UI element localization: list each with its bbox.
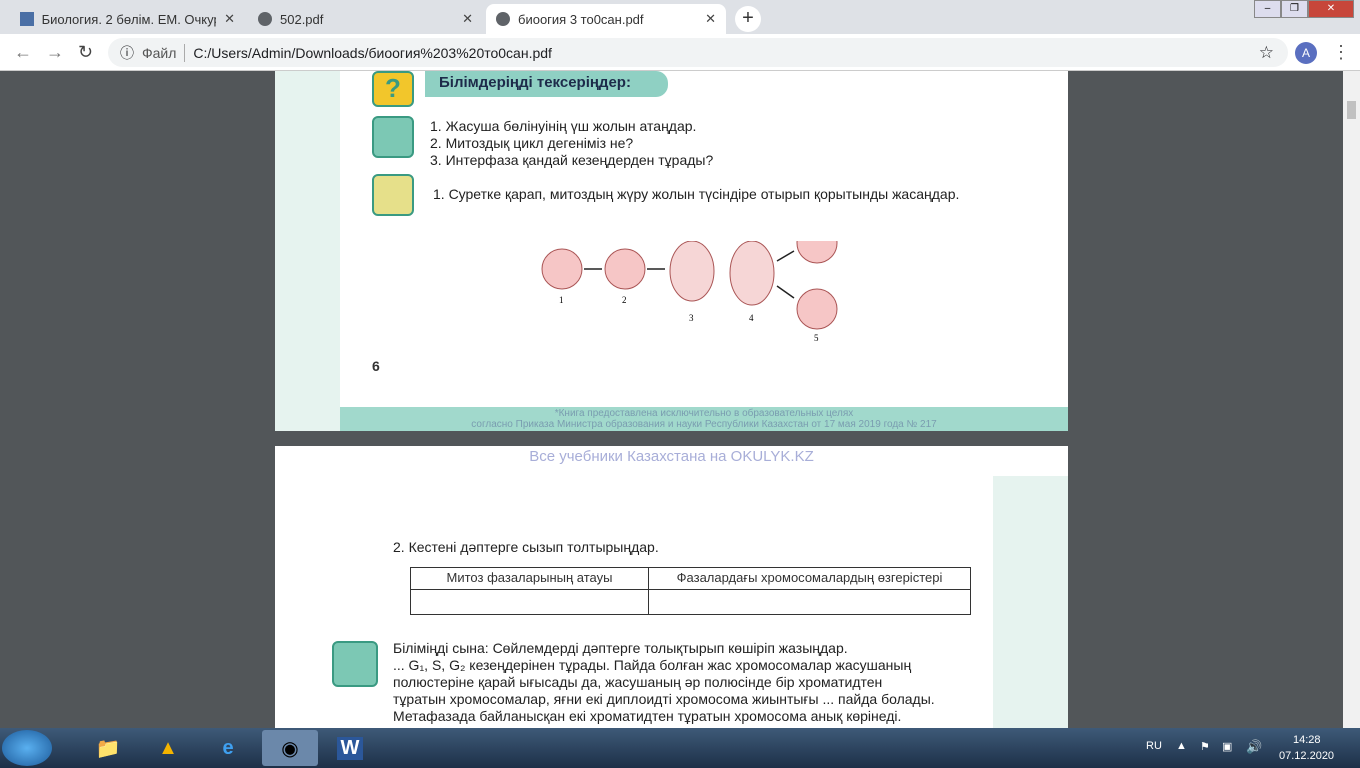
table-cell xyxy=(648,589,971,615)
reload-button[interactable]: ↻ xyxy=(78,42,93,63)
new-tab-button[interactable]: + xyxy=(735,6,761,32)
tab-active[interactable]: биоогия 3 то0сан.pdf ✕ xyxy=(486,4,726,34)
ie-icon[interactable]: e xyxy=(200,730,256,766)
window-close-button[interactable]: ✕ xyxy=(1308,0,1354,18)
question: 3. Интерфаза қандай кезеңдерден тұрады? xyxy=(430,152,714,168)
start-button[interactable] xyxy=(2,730,52,766)
close-icon[interactable]: ✕ xyxy=(705,11,716,27)
clock-time[interactable]: 14:28 xyxy=(1293,734,1321,746)
critique-title: Біліміңді сына: Сөйлемдерді дәптерге тол… xyxy=(393,640,848,656)
table-header: Митоз фазаларының атауы xyxy=(410,567,649,590)
info-icon[interactable]: ⓘ xyxy=(120,43,134,63)
maximize-button[interactable]: ❐ xyxy=(1281,0,1308,18)
pdf-page-7: Все учебники Казахстана на OKULYK.KZ 2. … xyxy=(275,446,1068,728)
address-bar[interactable]: ⓘ Файл C:/Users/Admin/Downloads/биоогия%… xyxy=(108,38,1288,67)
taskbar: 📁 ▲ e ◉ W RU ▲ ⚑ ▣ 🔊 14:28 07.12.2020 xyxy=(0,728,1360,768)
back-button[interactable]: ← xyxy=(14,42,32,63)
globe-icon xyxy=(258,12,272,26)
question: 2. Митоздық цикл дегеніміз не? xyxy=(430,135,634,151)
tray-expand-icon[interactable]: ▲ xyxy=(1176,740,1187,752)
critique-block: Біліміңді сына: Сөйлемдерді дәптерге тол… xyxy=(393,640,973,725)
star-icon[interactable]: ☆ xyxy=(1259,43,1274,63)
footer-line: согласно Приказа Министра образования и … xyxy=(471,419,937,430)
word-icon[interactable]: W xyxy=(322,730,378,766)
pdf-page-6: ? Білімдеріңді тексеріңдер: 1. Жасуша бө… xyxy=(275,71,1068,431)
cell-3 xyxy=(669,241,715,302)
text-line: Метафазада байланысқан екі хроматидтен т… xyxy=(393,708,902,724)
question-icon: ? xyxy=(372,71,414,107)
network-icon[interactable]: ▣ xyxy=(1222,740,1232,753)
question-list: 1. Жасуша бөлінуінің үш жолын атаңдар. 2… xyxy=(430,118,713,169)
figure-label: 5 xyxy=(814,333,819,343)
menu-icon[interactable]: ⋮ xyxy=(1332,42,1350,63)
section-banner: Білімдеріңді тексеріңдер: xyxy=(425,71,668,97)
chrome-icon[interactable]: ◉ xyxy=(262,730,318,766)
forward-button[interactable]: → xyxy=(46,42,64,63)
figure-label: 4 xyxy=(749,313,754,323)
page-decoration xyxy=(993,476,1068,728)
text-line: ... G₁, S, G₂ кезеңдерінен тұрады. Пайда… xyxy=(393,657,912,673)
watermark: Все учебники Казахстана на OKULYK.KZ xyxy=(529,448,814,465)
clock-date[interactable]: 07.12.2020 xyxy=(1279,750,1334,762)
figure-label: 1 xyxy=(559,295,564,305)
scrollbar[interactable] xyxy=(1343,71,1360,728)
table-cell xyxy=(410,589,649,615)
url-text[interactable]: C:/Users/Admin/Downloads/биоогия%203%20т… xyxy=(193,45,552,61)
mitosis-figure: 1 2 3 4 5 xyxy=(541,241,838,343)
book-icon xyxy=(20,12,34,26)
figure-label: 2 xyxy=(622,295,627,305)
globe-icon xyxy=(496,12,510,26)
divider xyxy=(184,43,186,62)
cell-5a xyxy=(796,241,838,264)
explorer-icon[interactable]: 📁 xyxy=(80,730,136,766)
tab-biology[interactable]: Биология. 2 бөлім. ЕМ. Очкур Е ✕ xyxy=(10,4,245,34)
flag-icon[interactable]: ⚑ xyxy=(1200,740,1210,753)
cell-4 xyxy=(729,241,775,306)
close-icon[interactable]: ✕ xyxy=(462,11,473,27)
page-footer: *Книга предоставлена исключительно в обр… xyxy=(340,407,1068,431)
question: 1. Жасуша бөлінуінің үш жолын атаңдар. xyxy=(430,118,697,134)
text-line: тұратын хромосомалар, яғни екі диплоидті… xyxy=(393,691,935,707)
minimize-button[interactable]: ‒ xyxy=(1254,0,1281,18)
task-text: 2. Кестені дәптерге сызып толтырыңдар. xyxy=(393,539,659,555)
volume-icon[interactable]: 🔊 xyxy=(1246,739,1262,755)
avatar[interactable]: A xyxy=(1295,42,1317,64)
text-line: полюстеріне қарай ығысады да, жасушаның … xyxy=(393,674,883,690)
table-header: Фазалардағы хромосомалардың өзгерістері xyxy=(648,567,971,590)
head-gears-icon xyxy=(332,641,378,687)
figure-label: 3 xyxy=(689,313,694,323)
tab-bar: Биология. 2 бөлім. ЕМ. Очкур Е ✕ 502.pdf ✕… xyxy=(0,0,1360,34)
cell-1 xyxy=(541,248,583,290)
scheme-label: Файл xyxy=(142,44,177,61)
cell-5b xyxy=(796,288,838,330)
app-icon[interactable]: ▲ xyxy=(140,730,196,766)
language-indicator[interactable]: RU xyxy=(1146,740,1162,752)
cell-2 xyxy=(604,248,646,290)
tab-title: биоогия 3 то0сан.pdf xyxy=(518,11,644,27)
magnifier-icon xyxy=(372,174,414,216)
footer-line: *Книга предоставлена исключительно в обр… xyxy=(554,408,854,419)
close-icon[interactable]: ✕ xyxy=(224,11,235,27)
scrollbar-thumb[interactable] xyxy=(1347,101,1356,119)
tab-title: 502.pdf xyxy=(280,11,324,27)
task-text: 1. Суретке қарап, митоздың жүру жолын тү… xyxy=(433,186,960,202)
tab-502[interactable]: 502.pdf ✕ xyxy=(248,4,483,34)
book-icon xyxy=(372,116,414,158)
page-number: 6 xyxy=(372,358,380,374)
tab-title: Биология. 2 бөлім. ЕМ. Очкур Е xyxy=(41,11,217,27)
browser-toolbar: ← → ↻ ⓘ Файл C:/Users/Admin/Downloads/би… xyxy=(0,34,1360,71)
page-decoration xyxy=(275,71,340,431)
